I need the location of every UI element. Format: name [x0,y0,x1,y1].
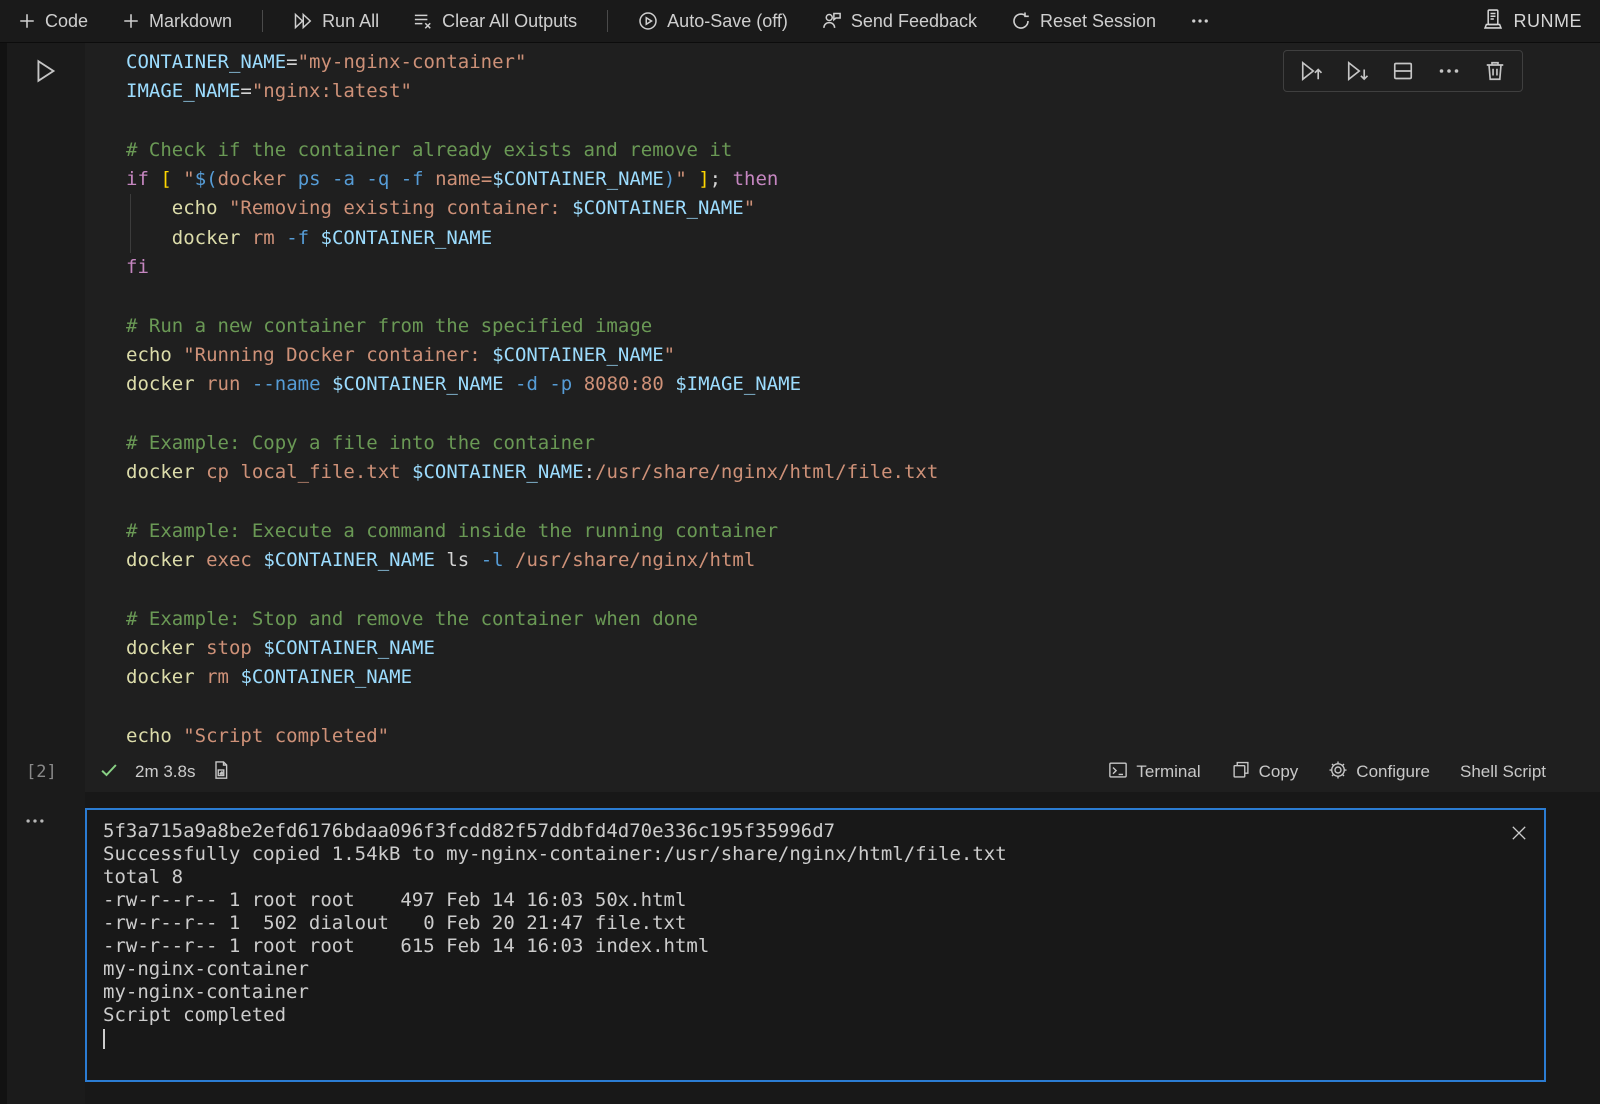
ellipsis-icon [1190,11,1210,31]
code-line: # Example: Copy a file into the containe… [126,429,1600,458]
clear-all-outputs-button[interactable]: Clear All Outputs [413,11,577,32]
code-line: # Example: Execute a command inside the … [126,517,1600,546]
code-line [126,487,1600,516]
more-cell-actions-button[interactable] [1437,59,1461,83]
code-line [126,575,1600,604]
more-toolbar-actions-button[interactable] [1190,11,1210,31]
copy-button[interactable]: Copy [1231,760,1299,785]
code-line: # Run a new container from the specified… [126,312,1600,341]
toolbar-divider [262,10,263,32]
code-line: echo "Running Docker container: $CONTAIN… [126,341,1600,370]
run-all-button[interactable]: Run All [293,11,379,32]
copy-icon [1231,760,1251,785]
auto-save-icon [638,11,658,31]
success-check-icon [99,760,119,785]
code-line: docker cp local_file.txt $CONTAINER_NAME… [126,458,1600,487]
notebook-toolbar: Code Markdown Run All Clear All Outputs … [0,0,1600,43]
code-line [126,282,1600,311]
feedback-person-icon [822,11,842,31]
copy-label: Copy [1259,762,1299,782]
code-line: fi [126,253,1600,282]
execute-below-button[interactable] [1345,59,1369,83]
clear-outputs-icon [413,11,433,31]
code-line: docker run --name $CONTAINER_NAME -d -p … [126,370,1600,399]
output-menu-button[interactable] [24,810,46,837]
configure-button[interactable]: Configure [1328,760,1430,785]
split-cell-button[interactable] [1391,59,1415,83]
output-line: total 8 [103,866,1504,889]
auto-save-label: Auto-Save (off) [667,11,788,32]
send-feedback-label: Send Feedback [851,11,977,32]
execute-above-button[interactable] [1299,59,1323,83]
run-all-label: Run All [322,11,379,32]
code-line: echo "Removing existing container: $CONT… [126,194,1600,223]
run-all-icon [293,11,313,31]
focus-strip [0,43,7,1104]
output-line: Script completed [103,1004,1504,1027]
terminal-cursor [103,1029,105,1049]
add-markdown-label: Markdown [149,11,232,32]
reset-session-button[interactable]: Reset Session [1011,11,1156,32]
output-line: -rw-r--r-- 1 root root 615 Feb 14 16:03 … [103,935,1504,958]
output-line: -rw-r--r-- 1 root root 497 Feb 14 16:03 … [103,889,1504,912]
cell-status-bar: 2m 3.8s Terminal Copy Configure Shell S [85,752,1600,792]
output-text: 5f3a715a9a8be2efd6176bdaa096f3fcdd82f57d… [87,810,1544,1050]
code-cell: CONTAINER_NAME="my-nginx-container"IMAGE… [85,43,1600,792]
runme-logo-icon [1482,8,1504,35]
plus-icon [18,12,36,30]
run-cell-button[interactable] [30,56,60,86]
plus-icon [122,12,140,30]
cell-action-toolbar [1283,50,1523,92]
add-code-label: Code [45,11,88,32]
add-markdown-cell-button[interactable]: Markdown [122,11,232,32]
language-label: Shell Script [1460,762,1546,782]
code-line [126,400,1600,429]
code-line: docker rm -f $CONTAINER_NAME [126,224,1600,253]
execution-count: [2] [26,762,57,782]
output-line: Successfully copied 1.54kB to my-nginx-c… [103,843,1504,866]
toolbar-divider [607,10,608,32]
clear-all-outputs-label: Clear All Outputs [442,11,577,32]
send-feedback-button[interactable]: Send Feedback [822,11,977,32]
code-line [126,693,1600,722]
code-line: if [ "$(docker ps -a -q -f name=$CONTAIN… [126,165,1600,194]
cell-output[interactable]: 5f3a715a9a8be2efd6176bdaa096f3fcdd82f57d… [85,808,1546,1082]
add-code-cell-button[interactable]: Code [18,11,88,32]
output-cursor-line [103,1027,1504,1050]
configure-label: Configure [1356,762,1430,782]
code-editor[interactable]: CONTAINER_NAME="my-nginx-container"IMAGE… [85,43,1600,751]
close-output-button[interactable] [1510,824,1528,847]
terminal-icon [1108,760,1128,785]
code-line: echo "Script completed" [126,722,1600,751]
open-output-icon[interactable] [211,760,231,785]
reset-session-label: Reset Session [1040,11,1156,32]
reset-session-icon [1011,11,1031,31]
delete-cell-button[interactable] [1483,59,1507,83]
auto-save-toggle[interactable]: Auto-Save (off) [638,11,788,32]
output-line: 5f3a715a9a8be2efd6176bdaa096f3fcdd82f57d… [103,820,1504,843]
code-line [126,107,1600,136]
code-line: docker rm $CONTAINER_NAME [126,663,1600,692]
cell-gutter [0,43,85,1104]
runme-brand: RUNME [1482,8,1583,35]
terminal-label: Terminal [1136,762,1200,782]
output-line: my-nginx-container [103,958,1504,981]
code-line: # Check if the container already exists … [126,136,1600,165]
code-line: # Example: Stop and remove the container… [126,605,1600,634]
language-picker[interactable]: Shell Script [1460,762,1546,782]
terminal-button[interactable]: Terminal [1108,760,1200,785]
code-line: docker exec $CONTAINER_NAME ls -l /usr/s… [126,546,1600,575]
output-line: my-nginx-container [103,981,1504,1004]
execution-duration: 2m 3.8s [135,762,195,782]
code-line: docker stop $CONTAINER_NAME [126,634,1600,663]
output-line: -rw-r--r-- 1 502 dialout 0 Feb 20 21:47 … [103,912,1504,935]
gear-icon [1328,760,1348,785]
runme-brand-label: RUNME [1514,11,1583,32]
